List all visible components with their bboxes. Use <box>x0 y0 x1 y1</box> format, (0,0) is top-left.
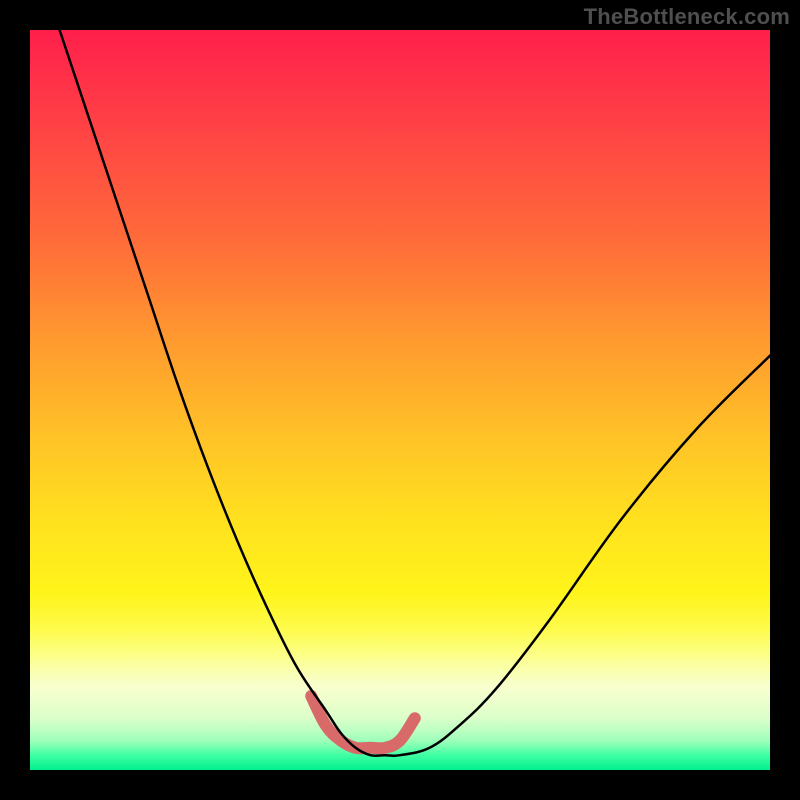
curve-svg <box>30 30 770 770</box>
watermark-text: TheBottleneck.com <box>584 4 790 30</box>
highlight-region-path <box>311 696 415 748</box>
plot-area <box>30 30 770 770</box>
chart-frame: TheBottleneck.com <box>0 0 800 800</box>
bottleneck-curve-path <box>60 30 770 756</box>
